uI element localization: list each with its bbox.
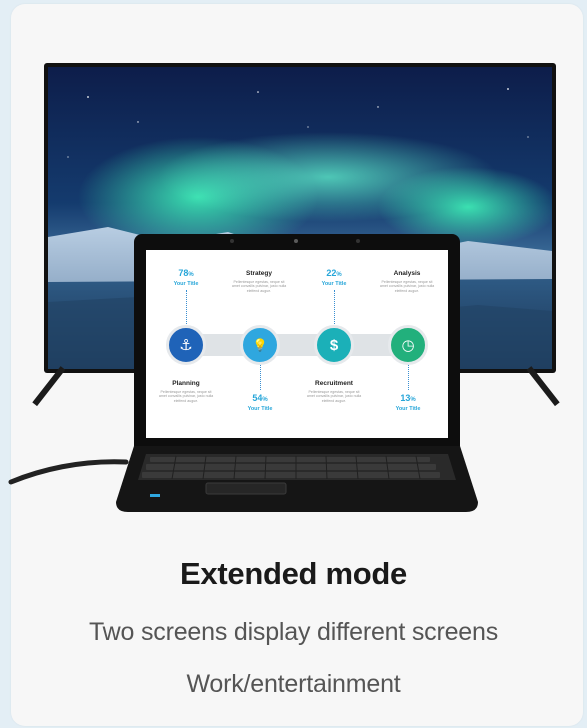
stage-3-value: 22% xyxy=(326,268,342,278)
planning-description: Pellentesque egestas, neque sit amet con… xyxy=(158,390,214,403)
stage-2-subtitle: Your Title xyxy=(247,406,273,412)
webcam-dot xyxy=(294,239,298,243)
money-bag-icon: $ xyxy=(314,325,354,365)
analysis-description: Pellentesque egestas, neque sit amet con… xyxy=(379,280,435,293)
recruitment-description: Pellentesque egestas, neque sit amet con… xyxy=(306,390,362,403)
progress-track xyxy=(176,334,420,356)
heading-analysis: Analysis xyxy=(393,270,421,277)
strategy-description: Pellentesque egestas, neque sit amet con… xyxy=(231,280,287,293)
laptop-keyboard-deck xyxy=(116,446,478,512)
connector-dots xyxy=(334,290,335,324)
lightbulb-icon: 💡 xyxy=(240,325,280,365)
webcam-dot xyxy=(230,239,234,243)
heading-planning: Planning xyxy=(172,380,200,387)
stage-2-value: 54% xyxy=(252,393,268,403)
caption-title: Extended mode xyxy=(180,556,407,591)
webcam-dot xyxy=(356,239,360,243)
stage-1-value: 78% xyxy=(178,268,194,278)
heading-recruitment: Recruitment xyxy=(315,380,353,387)
laptop-lid: 78% Your Title Strategy Pellentesque ege… xyxy=(134,234,460,448)
connector-dots xyxy=(186,290,187,324)
stage-3-subtitle: Your Title xyxy=(321,281,347,287)
caption-line-1: Two screens display different screens xyxy=(88,618,498,646)
anchor-icon: ⚓ xyxy=(166,325,206,365)
heading-strategy: Strategy xyxy=(245,270,272,277)
caption-line-2: Work/entertainment xyxy=(186,670,401,698)
stage-4-subtitle: Your Title xyxy=(395,406,421,412)
laptop-screen: 78% Your Title Strategy Pellentesque ege… xyxy=(146,250,448,438)
stage-1-subtitle: Your Title xyxy=(173,281,199,287)
clock-icon: ◷ xyxy=(388,325,428,365)
stage-4-value: 13% xyxy=(400,393,416,403)
